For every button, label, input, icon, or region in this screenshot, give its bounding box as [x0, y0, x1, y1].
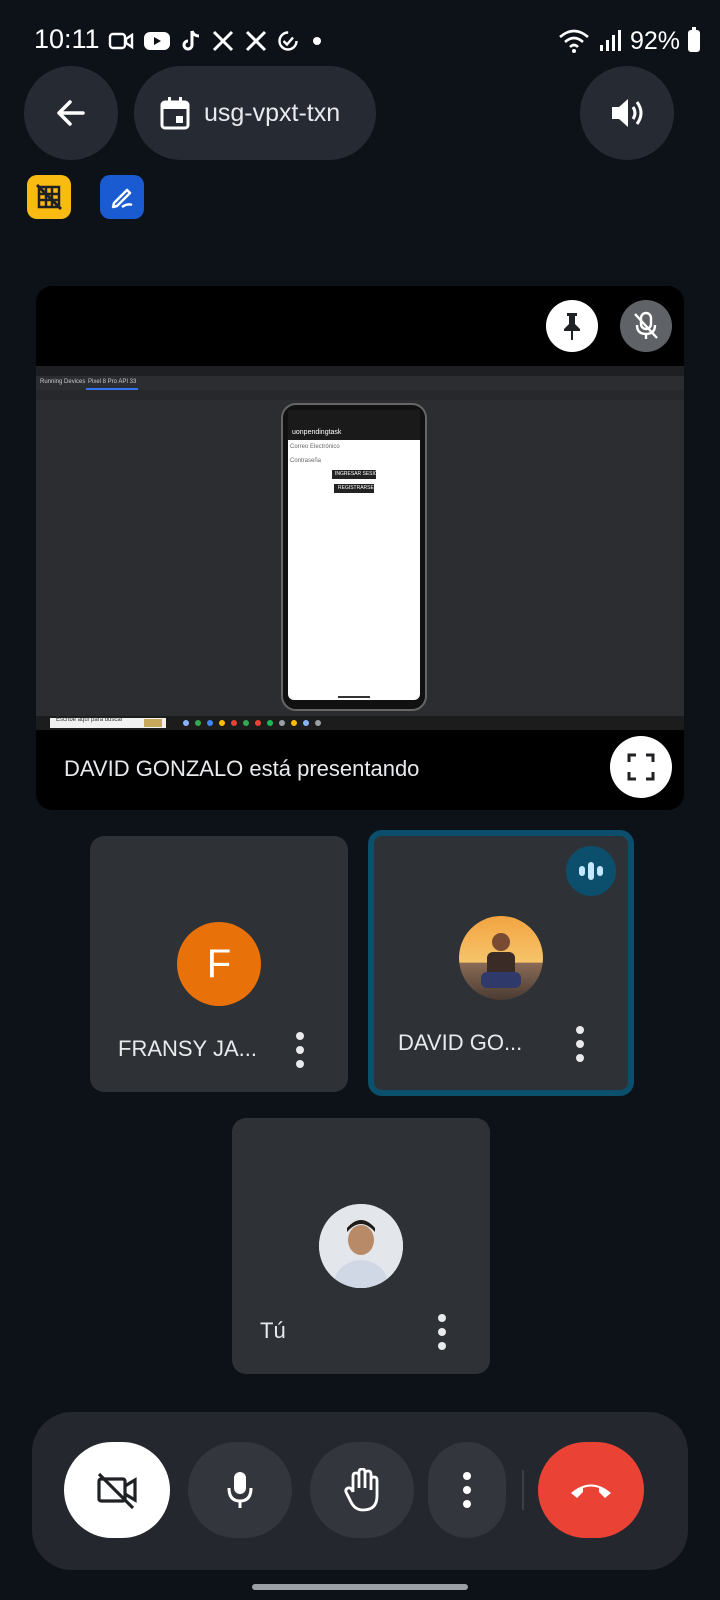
participant-name: Tú [260, 1318, 286, 1343]
more-options-button[interactable] [295, 1032, 305, 1068]
call-end-icon [571, 1484, 611, 1498]
video-off-icon [97, 1472, 137, 1510]
avatar [459, 916, 543, 1000]
pin-icon [564, 313, 580, 340]
audio-wave-icon [579, 862, 603, 880]
tiktok-icon [182, 30, 200, 51]
hand-icon [344, 1468, 379, 1512]
more-actions-button[interactable] [428, 1442, 506, 1538]
youtube-icon [144, 32, 170, 50]
x-icon [245, 30, 267, 52]
participant-name: FRANSY JA... [118, 1036, 257, 1061]
participant-tile-speaking[interactable]: DAVID GO... [368, 830, 634, 1096]
end-call-button[interactable] [538, 1442, 644, 1538]
shared-register-button: REGISTRARSE [338, 485, 374, 491]
hide-tiles-badge[interactable] [27, 175, 71, 219]
pen-icon [111, 188, 133, 209]
presenter-muted-button[interactable] [620, 300, 672, 352]
shared-email-field: Correo Electrónico [290, 444, 340, 450]
signal-icon [599, 30, 621, 51]
avatar-initial: F [206, 941, 232, 986]
presenting-caption: DAVID GONZALO está presentando [64, 756, 420, 781]
mic-off-icon [634, 311, 658, 339]
mic-icon [227, 1472, 253, 1508]
x-icon [212, 30, 234, 52]
grid-off-icon [35, 183, 63, 211]
pin-button[interactable] [546, 300, 598, 352]
profile-photo [459, 916, 543, 1000]
shared-tab-device: Pixel 8 Pro API 33 [88, 379, 137, 385]
arrow-left-icon [57, 100, 85, 126]
speaker-icon [612, 99, 643, 127]
fullscreen-icon [627, 753, 655, 781]
meeting-code: usg-vpxt-txn [204, 98, 341, 127]
battery-percent: 92% [629, 26, 680, 55]
speaking-indicator [566, 846, 616, 896]
home-indicator[interactable] [252, 1584, 468, 1590]
shared-screen: uonpendingtask Correo Electrónico Contra… [36, 366, 684, 730]
mic-toggle-button[interactable] [188, 1442, 292, 1538]
shared-app-title: uonpendingtask [292, 429, 342, 436]
check-circle-icon [278, 31, 298, 51]
wifi-icon [559, 29, 589, 53]
avatar: F [177, 922, 261, 1006]
annotation-badge[interactable] [100, 175, 144, 219]
audio-output-button[interactable] [580, 66, 674, 160]
notification-icons [108, 24, 326, 58]
back-button[interactable] [24, 66, 118, 160]
video-icon [108, 32, 134, 50]
participant-tile[interactable]: F FRANSY JA... [90, 836, 348, 1092]
fullscreen-button[interactable] [610, 736, 672, 798]
more-options-button[interactable] [575, 1026, 585, 1062]
more-vert-icon [462, 1472, 472, 1508]
participant-name: DAVID GO... [398, 1030, 523, 1055]
calendar-icon [160, 97, 190, 130]
shared-tab-running: Running Devices [40, 379, 86, 385]
profile-photo [319, 1204, 403, 1288]
self-tile[interactable]: Tú [232, 1118, 490, 1374]
meeting-info-button[interactable]: usg-vpxt-txn [134, 66, 376, 160]
battery-icon [688, 27, 700, 52]
call-controls-bar [32, 1412, 688, 1570]
status-time: 10:11 [34, 24, 100, 54]
divider [522, 1470, 524, 1510]
shared-taskbar-search: Escribe aquí para buscar [56, 717, 123, 723]
avatar [319, 1204, 403, 1288]
status-right: 92% [558, 24, 700, 58]
camera-toggle-button[interactable] [64, 1442, 170, 1538]
presentation-card[interactable]: uonpendingtask Correo Electrónico Contra… [36, 286, 684, 810]
raise-hand-button[interactable] [310, 1442, 414, 1538]
shared-login-button: INGRESAR SESIÓN [335, 471, 382, 477]
dot-icon [313, 37, 321, 45]
shared-screen-content [36, 366, 684, 730]
shared-password-field: Contraseña [290, 458, 322, 464]
more-options-button[interactable] [437, 1314, 447, 1350]
